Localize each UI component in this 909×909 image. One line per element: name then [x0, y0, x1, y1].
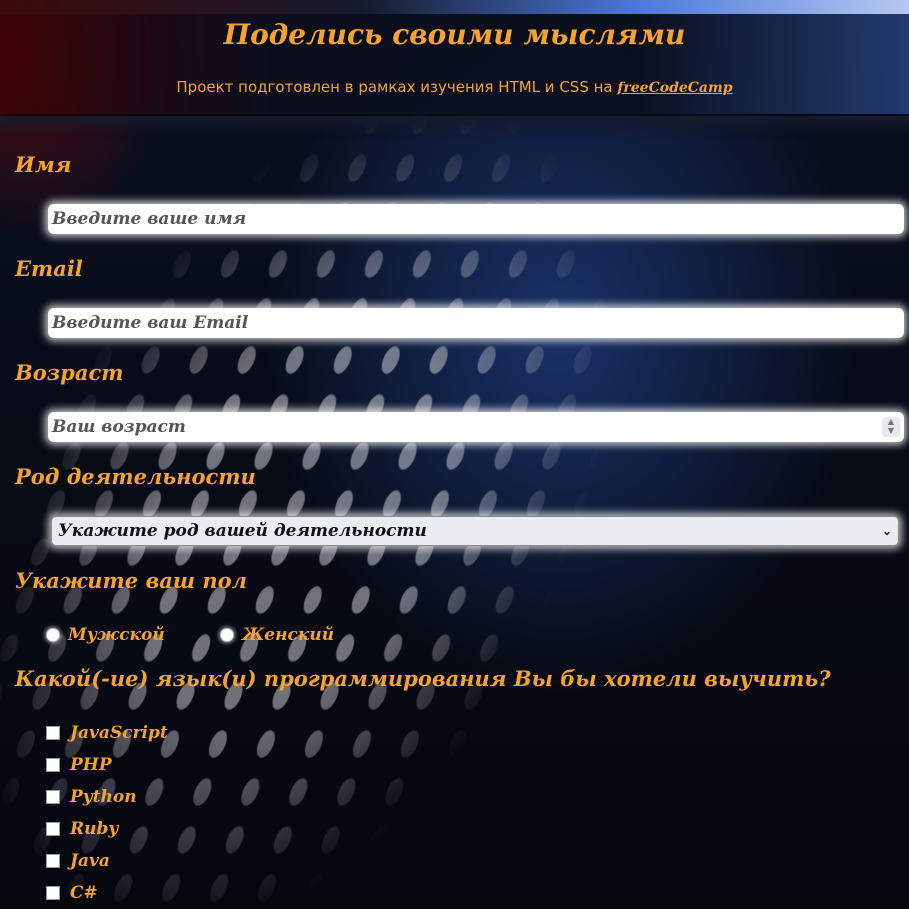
radio-female[interactable]	[220, 628, 234, 642]
number-spinner-icon[interactable]: ▲ ▼	[882, 417, 900, 437]
subtitle-text: Проект подготовлен в рамках изучения HTM…	[176, 78, 618, 96]
checkbox-ruby[interactable]	[46, 822, 60, 836]
languages-label: Какой(-ие) язык(и) программирования Вы б…	[15, 666, 831, 691]
freecodecamp-link[interactable]: freeCodeCamp	[617, 80, 732, 96]
name-placeholder: Введите ваше имя	[52, 209, 247, 229]
language-ruby-label: Ruby	[70, 819, 119, 839]
page-header: Поделись своими мыслями Проект подготовл…	[0, 0, 909, 114]
email-label: Email	[15, 256, 83, 281]
checkbox-csharp[interactable]	[46, 886, 60, 900]
gender-option-female[interactable]: Женский	[220, 624, 334, 646]
email-placeholder: Введите ваш Email	[52, 313, 249, 333]
occupation-label: Род деятельности	[15, 464, 256, 489]
name-input[interactable]: Введите ваше имя	[48, 204, 904, 234]
language-option-ruby[interactable]: Ruby	[46, 818, 118, 840]
checkbox-java[interactable]	[46, 854, 60, 868]
page-title: Поделись своими мыслями	[223, 18, 686, 51]
gender-male-label: Мужской	[68, 625, 165, 645]
language-option-php[interactable]: PHP	[46, 754, 112, 776]
language-option-csharp[interactable]: C#	[46, 882, 98, 904]
language-csharp-label: C#	[70, 883, 98, 903]
checkbox-javascript[interactable]	[46, 726, 60, 740]
age-input[interactable]: Ваш возраст ▲ ▼	[48, 412, 904, 442]
language-option-java[interactable]: Java	[46, 850, 110, 872]
gender-label: Укажите ваш пол	[15, 568, 248, 593]
radio-male[interactable]	[46, 628, 60, 642]
language-python-label: Python	[70, 787, 137, 807]
language-java-label: Java	[70, 851, 110, 871]
gender-female-label: Женский	[242, 625, 335, 645]
name-label: Имя	[15, 152, 72, 177]
checkbox-php[interactable]	[46, 758, 60, 772]
language-option-python[interactable]: Python	[46, 786, 137, 808]
language-option-javascript[interactable]: JavaScript	[46, 722, 168, 744]
chevron-down-icon: ⌄	[881, 524, 892, 538]
occupation-select[interactable]: Укажите род вашей деятельности ⌄	[51, 516, 899, 546]
language-php-label: PHP	[70, 755, 112, 775]
age-placeholder: Ваш возраст	[52, 417, 186, 437]
occupation-selected-value: Укажите род вашей деятельности	[58, 521, 427, 541]
header-gradient-bar	[0, 0, 909, 14]
page-subtitle: Проект подготовлен в рамках изучения HTM…	[0, 78, 909, 96]
language-javascript-label: JavaScript	[70, 723, 168, 743]
background-pattern	[0, 0, 909, 909]
email-input[interactable]: Введите ваш Email	[48, 308, 904, 338]
checkbox-python[interactable]	[46, 790, 60, 804]
header-separator	[0, 116, 909, 134]
age-label: Возраст	[15, 360, 124, 385]
gender-option-male[interactable]: Мужской	[46, 624, 165, 646]
